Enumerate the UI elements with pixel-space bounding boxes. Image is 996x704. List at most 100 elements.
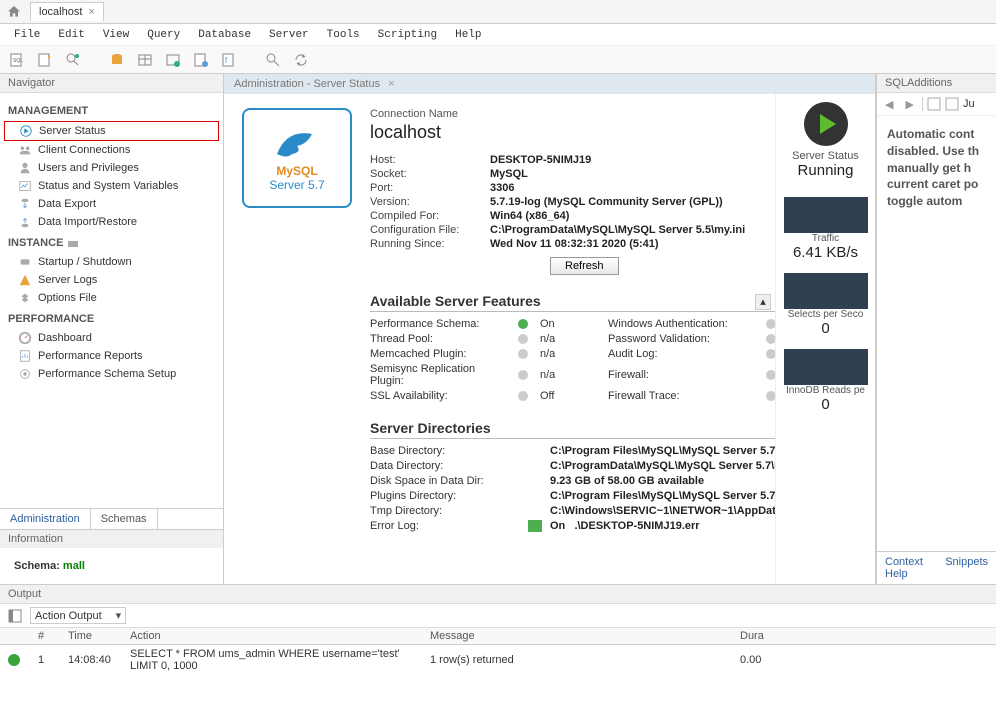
schema-value: mall [63, 560, 85, 572]
conn-row: Running Since:Wed Nov 11 08:32:31 2020 (… [370, 237, 775, 251]
toolbar-inspector-icon[interactable] [62, 49, 84, 71]
status-dot [766, 349, 775, 359]
nav-data-export[interactable]: Data Export [4, 195, 219, 213]
nav-server-status[interactable]: Server Status [4, 121, 219, 141]
toolbar-create-table-icon[interactable] [134, 49, 156, 71]
output-panel-icon[interactable] [8, 609, 22, 623]
mysql-logo: MySQL Server 5.7 [242, 108, 352, 208]
nav-tab-administration[interactable]: Administration [0, 509, 91, 529]
status-dot [518, 334, 528, 344]
menu-scripting[interactable]: Scripting [370, 27, 445, 43]
server-status-value: Running [798, 162, 854, 179]
close-icon[interactable]: × [388, 78, 394, 90]
status-dot [766, 391, 775, 401]
home-icon[interactable] [6, 4, 22, 20]
status-dot [528, 520, 542, 532]
traffic-value: 6.41 KB/s [793, 244, 858, 261]
toolbar-create-view-icon[interactable] [162, 49, 184, 71]
menu-help[interactable]: Help [447, 27, 489, 43]
status-dot [766, 370, 775, 380]
features-heading: Available Server Features [370, 293, 775, 312]
nav-perf-reports[interactable]: Performance Reports [4, 347, 219, 365]
nav-dashboard[interactable]: Dashboard [4, 329, 219, 347]
toolbar-new-sql-icon[interactable]: SQL [6, 49, 28, 71]
toolbar-reconnect-icon[interactable] [290, 49, 312, 71]
status-dot [766, 334, 775, 344]
section-instance: INSTANCE [4, 231, 219, 253]
context-help-message: Automatic cont disabled. Use th manually… [877, 116, 996, 220]
tab-context-help[interactable]: Context Help [877, 552, 937, 584]
conn-row: Configuration File:C:\ProgramData\MySQL\… [370, 223, 775, 237]
directories-heading: Server Directories [370, 420, 775, 439]
refresh-button[interactable]: Refresh [550, 257, 619, 275]
scroll-up-icon[interactable]: ▴ [755, 294, 771, 310]
nav-startup-shutdown[interactable]: Startup / Shutdown [4, 253, 219, 271]
sqladditions-header: SQLAdditions [877, 74, 996, 93]
nav-tab-schemas[interactable]: Schemas [91, 509, 158, 529]
help-toolbar-icon[interactable] [927, 97, 941, 111]
nav-server-logs[interactable]: Server Logs [4, 271, 219, 289]
selects-sparkline [784, 273, 868, 309]
traffic-sparkline [784, 197, 868, 233]
selects-value: 0 [821, 320, 829, 337]
forward-icon[interactable]: ▶ [901, 98, 917, 111]
status-dot [518, 319, 528, 329]
information-header: Information [0, 529, 223, 548]
toolbar-open-sql-icon[interactable] [34, 49, 56, 71]
connection-name: localhost [370, 122, 775, 143]
status-dot [518, 391, 528, 401]
help-toolbar-icon-2[interactable] [945, 97, 959, 111]
information-body: Schema: mall [0, 548, 223, 584]
admin-tab[interactable]: Administration - Server Status × [224, 74, 875, 94]
svg-text:SQL: SQL [13, 58, 23, 64]
output-row[interactable]: 1 14:08:40 SELECT * FROM ums_admin WHERE… [0, 645, 996, 675]
status-dot [766, 319, 775, 329]
tab-snippets[interactable]: Snippets [937, 552, 996, 584]
back-icon[interactable]: ◀ [881, 98, 897, 111]
instance-icon [67, 237, 79, 249]
navigator-header: Navigator [0, 74, 223, 93]
server-status-label: Server Status [792, 150, 859, 162]
output-header: Output [0, 585, 996, 604]
innodb-label: InnoDB Reads pe [786, 385, 865, 396]
toolbar-create-function-icon[interactable]: f [218, 49, 240, 71]
nav-options-file[interactable]: Options File [4, 289, 219, 307]
output-selector[interactable]: Action Output [30, 607, 126, 624]
conn-row: Socket:MySQL [370, 167, 775, 181]
menu-file[interactable]: File [6, 27, 48, 43]
conn-row: Port:3306 [370, 181, 775, 195]
innodb-value: 0 [821, 396, 829, 413]
innodb-sparkline [784, 349, 868, 385]
menubar: File Edit View Query Database Server Too… [0, 24, 996, 46]
menu-tools[interactable]: Tools [319, 27, 368, 43]
toolbar-create-procedure-icon[interactable] [190, 49, 212, 71]
menu-query[interactable]: Query [139, 27, 188, 43]
selects-label: Selects per Seco [788, 309, 864, 320]
connection-tab[interactable]: localhost × [30, 2, 104, 21]
toolbar: SQL f [0, 46, 996, 74]
section-management: MANAGEMENT [4, 99, 219, 121]
menu-view[interactable]: View [95, 27, 137, 43]
conn-row: Host:DESKTOP-5NIMJ19 [370, 153, 775, 167]
server-status-icon[interactable] [804, 102, 848, 146]
connection-name-label: Connection Name [370, 108, 775, 120]
menu-server[interactable]: Server [261, 27, 317, 43]
schema-label: Schema: [14, 560, 60, 572]
status-dot [518, 349, 528, 359]
toolbar-create-schema-icon[interactable] [106, 49, 128, 71]
section-performance: PERFORMANCE [4, 307, 219, 329]
conn-row: Version:5.7.19-log (MySQL Community Serv… [370, 195, 775, 209]
menu-database[interactable]: Database [190, 27, 259, 43]
toolbar-search-icon[interactable] [262, 49, 284, 71]
nav-status-vars[interactable]: Status and System Variables [4, 177, 219, 195]
success-icon [8, 654, 20, 666]
ju-label: Ju [963, 98, 975, 110]
nav-perf-schema-setup[interactable]: Performance Schema Setup [4, 365, 219, 383]
nav-client-connections[interactable]: Client Connections [4, 141, 219, 159]
nav-data-import[interactable]: Data Import/Restore [4, 213, 219, 231]
status-dot [518, 370, 528, 380]
close-icon[interactable]: × [88, 6, 94, 18]
nav-users-privileges[interactable]: Users and Privileges [4, 159, 219, 177]
menu-edit[interactable]: Edit [50, 27, 92, 43]
dolphin-icon [272, 124, 322, 164]
